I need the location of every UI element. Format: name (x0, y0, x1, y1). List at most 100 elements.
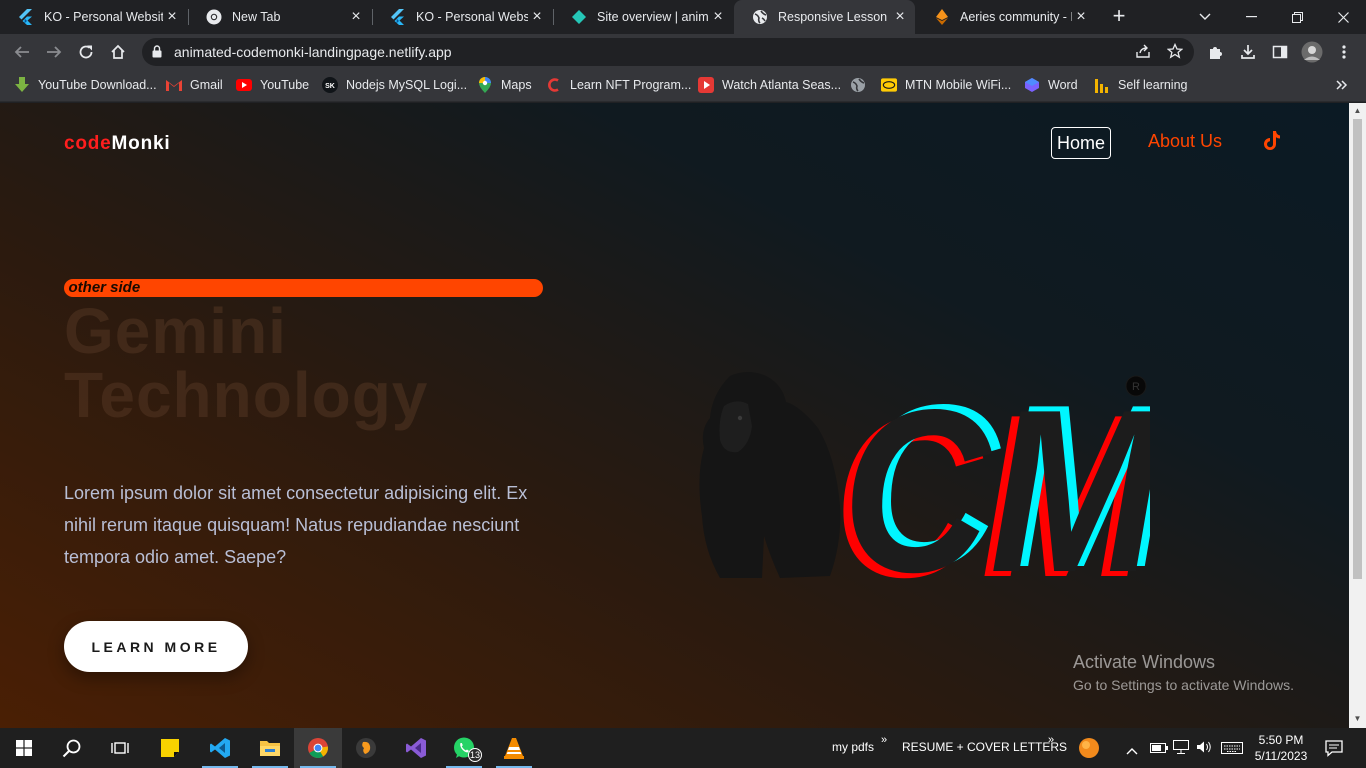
bookmark-label: Gmail (190, 78, 223, 92)
bookmark-learn-nft[interactable]: Learn NFT Program... (546, 70, 691, 100)
hero-description: Lorem ipsum dolor sit amet consectetur a… (64, 483, 528, 567)
bookmark-star-icon[interactable] (1166, 42, 1184, 64)
bookmark-watch-atlanta[interactable]: Watch Atlanta Seas... (698, 70, 841, 100)
tab-new-tab[interactable]: New Tab × (188, 0, 371, 34)
bookmark-label: Nodejs MySQL Logi... (346, 78, 468, 92)
show-hidden-icons-chevron-up-icon[interactable] (1126, 742, 1138, 760)
close-icon[interactable]: × (347, 8, 365, 26)
cm-glitch-letters: CM CM CM (833, 357, 1172, 626)
windows-start-icon[interactable] (0, 728, 48, 768)
play-icon (698, 77, 714, 93)
battery-icon[interactable] (1150, 741, 1168, 759)
close-icon[interactable]: × (709, 8, 727, 26)
cm-letters-dark: CM (842, 366, 1150, 586)
c-logo-icon (546, 77, 562, 93)
profile-avatar[interactable] (1300, 40, 1324, 64)
back-arrow-icon[interactable] (10, 40, 34, 64)
site-logo[interactable]: codeMonki (64, 133, 170, 155)
minimize-icon[interactable] (1228, 0, 1274, 34)
tab-aeries-community[interactable]: Aeries community - H × (916, 0, 1096, 34)
close-icon[interactable]: × (891, 8, 909, 26)
gmail-icon (166, 77, 182, 93)
weather-sun-icon[interactable] (1078, 737, 1100, 764)
chrome-taskbar-icon[interactable] (294, 728, 342, 768)
bookmark-globe[interactable] (850, 70, 874, 100)
flutter-icon (390, 9, 406, 25)
tab-site-overview[interactable]: Site overview | animat × (553, 0, 733, 34)
network-icon[interactable] (1173, 740, 1189, 759)
tab-title: KO - Personal Website (44, 10, 163, 24)
learn-more-button[interactable]: LEARN MORE (64, 621, 248, 672)
tab-ko-personal-website-2[interactable]: KO - Personal Website × (372, 0, 552, 34)
scrollbar-thumb[interactable] (1353, 119, 1362, 579)
visual-studio-icon[interactable] (392, 728, 440, 768)
forward-arrow-icon[interactable] (42, 40, 66, 64)
clock-time: 5:50 PM (1258, 733, 1304, 747)
keyboard-icon[interactable] (1221, 741, 1243, 759)
share-icon[interactable] (1135, 43, 1151, 64)
tab-title: KO - Personal Website (416, 10, 528, 24)
search-icon[interactable] (48, 728, 96, 768)
scroll-down-arrow-icon[interactable]: ▼ (1353, 715, 1362, 723)
close-icon[interactable]: × (528, 8, 546, 26)
nav-about-link[interactable]: About Us (1148, 131, 1222, 152)
vscode-icon[interactable] (196, 728, 244, 768)
chevron-right-icon[interactable]: » (1048, 734, 1054, 746)
vlc-icon[interactable] (490, 728, 538, 768)
address-bar[interactable]: animated-codemonki-landingpage.netlify.a… (142, 38, 1194, 66)
hero-title: Gemini Technology (64, 299, 428, 427)
tab-responsive-lesson[interactable]: Responsive Lesson × (734, 0, 915, 34)
page-scrollbar[interactable]: ▲ ▼ (1349, 103, 1366, 728)
clock-date: 5/11/2023 (1254, 749, 1308, 763)
toolbar-folder-resume[interactable]: RESUME + COVER LETTERS (902, 740, 1067, 754)
tab-title: Aeries community - H (960, 10, 1072, 24)
whatsapp-notification-badge: 13 (468, 748, 482, 762)
extensions-puzzle-icon[interactable] (1204, 40, 1228, 64)
volume-icon[interactable] (1196, 740, 1212, 759)
task-view-icon[interactable] (96, 728, 144, 768)
tab-title: Site overview | animat (597, 10, 709, 24)
download-icon[interactable] (1236, 40, 1260, 64)
whatsapp-icon[interactable]: 13 (440, 728, 488, 768)
side-panel-icon[interactable] (1268, 40, 1292, 64)
gorilla-silhouette-icon (699, 372, 841, 578)
tab-search-chevron-icon[interactable] (1182, 0, 1228, 34)
restore-icon[interactable] (1274, 0, 1320, 34)
bookmark-youtube[interactable]: YouTube (236, 70, 309, 100)
activate-windows-subtitle: Go to Settings to activate Windows. (1073, 677, 1294, 693)
scroll-up-arrow-icon[interactable]: ▲ (1353, 107, 1362, 115)
browser-toolbar: animated-codemonki-landingpage.netlify.a… (0, 34, 1366, 70)
bookmark-label: Learn NFT Program... (570, 78, 692, 92)
tiktok-icon[interactable] (1263, 131, 1281, 151)
new-tab-plus-icon[interactable]: + (1108, 5, 1130, 27)
sticky-notes-icon[interactable] (146, 728, 194, 768)
bookmark-self-learning[interactable]: Self learning (1094, 70, 1188, 100)
chevron-right-icon[interactable]: » (881, 734, 887, 746)
download-arrow-icon (14, 77, 30, 93)
toolbar-folder-my-pdfs[interactable]: my pdfs (832, 740, 874, 754)
tab-ko-personal-website-1[interactable]: KO - Personal Website × (0, 0, 187, 34)
bookmark-mtn-wifi[interactable]: MTN Mobile WiFi... (881, 70, 1011, 100)
registered-mark-text: R (1132, 381, 1140, 393)
bookmark-youtube-download[interactable]: YouTube Download... (14, 70, 157, 100)
fl-studio-icon[interactable] (342, 728, 390, 768)
close-window-icon[interactable] (1320, 0, 1366, 34)
menu-kebab-icon[interactable] (1332, 40, 1356, 64)
close-icon[interactable]: × (1072, 8, 1090, 26)
bookmark-maps[interactable]: Maps (477, 70, 532, 100)
lock-icon[interactable] (152, 45, 162, 63)
bookmark-label: Maps (501, 78, 532, 92)
bookmark-nodejs-mysql[interactable]: SK Nodejs MySQL Logi... (322, 70, 467, 100)
reload-icon[interactable] (74, 40, 98, 64)
notifications-icon[interactable] (1325, 739, 1343, 762)
home-icon[interactable] (106, 40, 130, 64)
bookmarks-overflow-icon[interactable] (1336, 70, 1348, 100)
file-explorer-icon[interactable] (246, 728, 294, 768)
bookmark-gmail[interactable]: Gmail (166, 70, 223, 100)
hero-title-line1: Gemini (64, 295, 287, 367)
system-clock[interactable]: 5:50 PM 5/11/2023 (1248, 732, 1314, 764)
bookmark-word[interactable]: Word (1024, 70, 1078, 100)
url-text[interactable]: animated-codemonki-landingpage.netlify.a… (174, 44, 452, 60)
close-icon[interactable]: × (163, 8, 181, 26)
nav-home-link[interactable]: Home (1051, 127, 1111, 159)
